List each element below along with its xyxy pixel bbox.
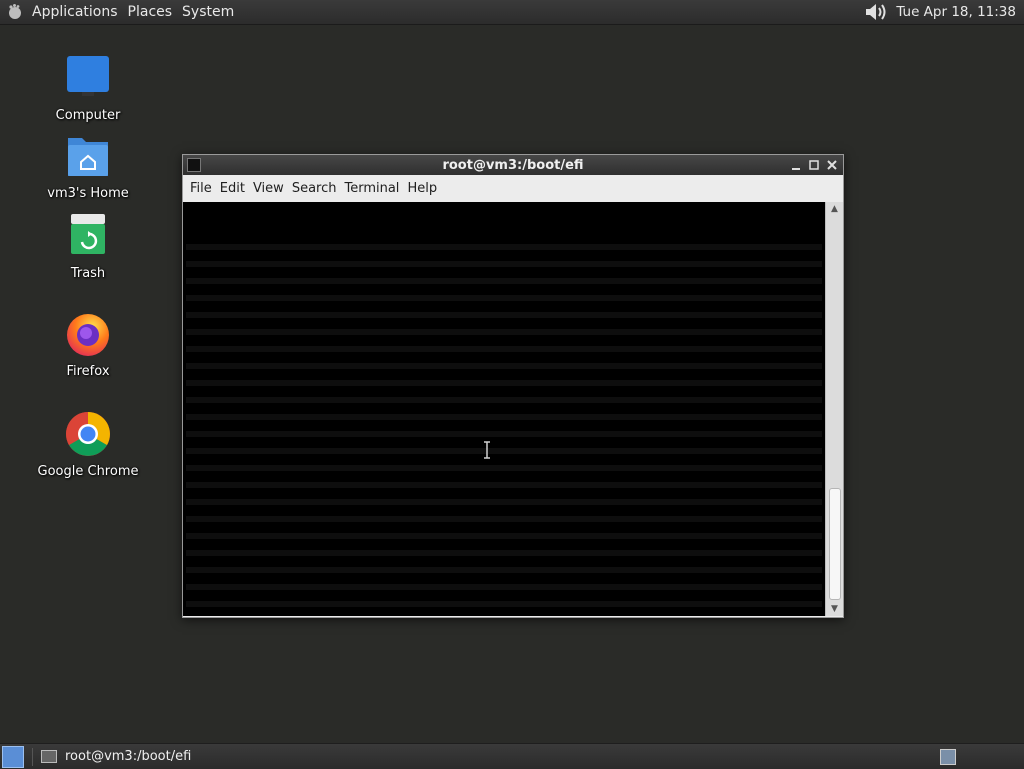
menu-view[interactable]: View <box>249 181 288 196</box>
scroll-up-arrow-icon[interactable]: ▲ <box>826 202 843 216</box>
menu-edit[interactable]: Edit <box>216 181 249 196</box>
desktop-icon-label: Computer <box>55 108 121 123</box>
menu-terminal[interactable]: Terminal <box>340 181 403 196</box>
firefox-icon <box>67 314 109 356</box>
workspace-switcher[interactable] <box>940 748 956 765</box>
scroll-down-arrow-icon[interactable]: ▼ <box>826 602 843 616</box>
chrome-icon <box>66 412 110 456</box>
panel-separator <box>32 747 33 766</box>
window-icon <box>41 750 57 763</box>
desktop-icon-label: Firefox <box>66 364 110 379</box>
minimize-button[interactable] <box>789 158 803 172</box>
desktop-icon-computer[interactable]: Computer <box>28 54 148 123</box>
home-folder-icon <box>68 138 108 176</box>
bottom-panel: root@vm3:/boot/efi <box>0 743 1024 769</box>
terminal-output-area[interactable] <box>183 202 825 616</box>
terminal-menubar: File Edit View Search Terminal Help <box>183 175 843 201</box>
desktop-icon-firefox[interactable]: Firefox <box>28 310 148 379</box>
applications-menu[interactable]: Applications <box>28 4 122 20</box>
desktop-icon-label: Google Chrome <box>37 464 139 479</box>
taskbar-item-label: root@vm3:/boot/efi <box>65 749 192 764</box>
window-title: root@vm3:/boot/efi <box>442 157 584 173</box>
maximize-button[interactable] <box>807 158 821 172</box>
taskbar-item-terminal[interactable]: root@vm3:/boot/efi <box>41 749 191 764</box>
menu-file[interactable]: File <box>186 181 216 196</box>
scrollbar-thumb[interactable] <box>829 488 841 600</box>
close-button[interactable] <box>825 158 839 172</box>
computer-icon <box>67 56 109 96</box>
terminal-scrollbar[interactable]: ▲ ▼ <box>825 202 843 616</box>
clock[interactable]: Tue Apr 18, 11:38 <box>896 4 1016 20</box>
desktop-icon-chrome[interactable]: Google Chrome <box>28 410 148 479</box>
top-panel: Applications Places System Tue Apr 18, 1… <box>0 0 1024 25</box>
desktop-icon-label: Trash <box>70 266 106 281</box>
menu-search[interactable]: Search <box>288 181 341 196</box>
places-menu[interactable]: Places <box>124 4 177 20</box>
maximize-icon <box>809 160 819 170</box>
menu-help[interactable]: Help <box>403 181 441 196</box>
show-desktop-icon[interactable] <box>2 745 24 768</box>
minimize-icon <box>792 168 800 170</box>
desktop-icon-label: vm3's Home <box>47 186 129 201</box>
terminal-titlebar[interactable]: root@vm3:/boot/efi <box>183 155 843 175</box>
mouse-ibeam-cursor-icon <box>484 441 490 459</box>
terminal-text-placeholder <box>183 202 825 616</box>
terminal-window[interactable]: root@vm3:/boot/efi File Edit View Search… <box>182 154 844 618</box>
gnome-foot-icon[interactable] <box>6 3 24 21</box>
system-menu[interactable]: System <box>178 4 238 20</box>
close-icon <box>827 160 837 170</box>
trash-icon <box>71 214 105 254</box>
desktop-icon-home[interactable]: vm3's Home <box>28 132 148 201</box>
desktop-icon-trash[interactable]: Trash <box>28 212 148 281</box>
volume-icon[interactable] <box>864 2 890 22</box>
